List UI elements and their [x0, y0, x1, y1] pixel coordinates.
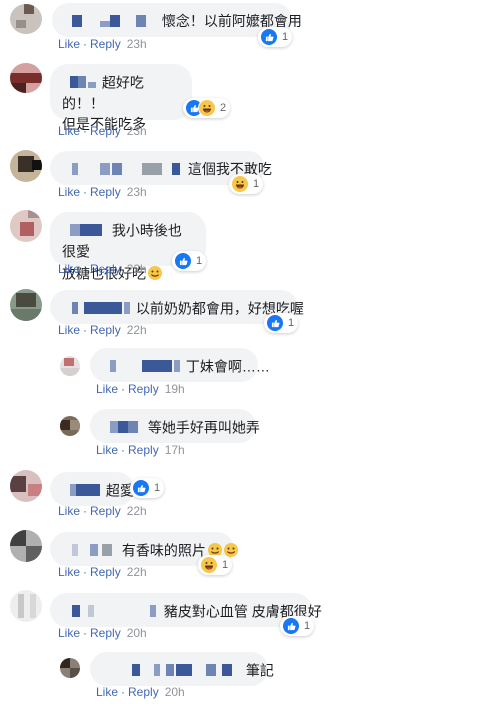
comment-bubble: 以前奶奶都會用，好想吃喔: [50, 290, 304, 324]
reaction-summary[interactable]: 1: [172, 251, 207, 271]
avatar[interactable]: [10, 63, 42, 93]
haha-icon: [231, 175, 249, 193]
comment-text: 這個我不敢吃: [187, 161, 272, 178]
comment-actions: Like · Reply 22h: [58, 323, 147, 337]
comment-bubble: 丁妹會啊……: [90, 348, 270, 382]
like-link[interactable]: Like: [58, 185, 80, 199]
like-link[interactable]: Like: [58, 323, 80, 337]
comment-bubble: 筆記: [90, 652, 274, 686]
reaction-summary[interactable]: 1: [280, 616, 315, 636]
comment-text: 等她手好再叫她弄: [147, 419, 260, 436]
avatar[interactable]: [60, 658, 80, 678]
avatar[interactable]: [10, 210, 42, 242]
avatar[interactable]: [10, 590, 42, 622]
comment-bubble: 等她手好再叫她弄: [90, 409, 260, 443]
timestamp[interactable]: 17h: [165, 443, 185, 457]
reply-link[interactable]: Reply: [90, 185, 121, 199]
thumbs-up-icon: [132, 479, 150, 497]
reply-link[interactable]: Reply: [90, 565, 121, 579]
reply-link[interactable]: Reply: [90, 37, 121, 51]
author-name[interactable]: [62, 544, 118, 557]
author-name[interactable]: [62, 302, 132, 315]
timestamp[interactable]: 22h: [127, 323, 147, 337]
timestamp[interactable]: 22h: [127, 262, 147, 276]
like-link[interactable]: Like: [58, 124, 80, 138]
reply-link[interactable]: Reply: [90, 124, 121, 138]
comment-text: 丁妹會啊……: [185, 358, 270, 375]
author-name[interactable]: [62, 76, 98, 89]
smile-emoji-icon: [148, 265, 162, 280]
author-name[interactable]: [62, 224, 108, 237]
thumbs-up-icon: [266, 314, 284, 332]
like-link[interactable]: Like: [96, 382, 118, 396]
comment-bubble: 超愛: [50, 472, 134, 506]
reaction-summary[interactable]: 1: [229, 174, 264, 194]
like-link[interactable]: Like: [96, 685, 118, 699]
reaction-summary[interactable]: 1: [130, 478, 165, 498]
reply-link[interactable]: Reply: [128, 685, 159, 699]
like-link[interactable]: Like: [58, 565, 80, 579]
timestamp[interactable]: 23h: [127, 37, 147, 51]
reply-link[interactable]: Reply: [90, 504, 121, 518]
timestamp[interactable]: 19h: [165, 382, 185, 396]
author-name[interactable]: [102, 421, 144, 434]
comment-bubble: 超好吃的！！ 但是不能吃多: [50, 64, 192, 132]
author-name[interactable]: [102, 664, 242, 677]
haha-icon: [198, 99, 216, 117]
avatar[interactable]: [10, 150, 42, 182]
avatar[interactable]: [10, 4, 42, 34]
comment-text: 筆記: [245, 662, 274, 679]
reply-link[interactable]: Reply: [90, 262, 121, 276]
avatar[interactable]: [60, 416, 80, 436]
avatar[interactable]: [10, 470, 42, 502]
comment-actions: Like · Reply 23h: [58, 185, 147, 199]
timestamp[interactable]: 23h: [127, 124, 147, 138]
timestamp[interactable]: 20h: [165, 685, 185, 699]
avatar[interactable]: [10, 289, 42, 321]
author-name[interactable]: [102, 360, 182, 373]
comment-actions: Like · Reply 23h: [58, 37, 147, 51]
timestamp[interactable]: 22h: [127, 565, 147, 579]
author-name[interactable]: [62, 484, 102, 497]
like-link[interactable]: Like: [58, 626, 80, 640]
avatar[interactable]: [10, 530, 42, 562]
reaction-summary[interactable]: 1: [264, 313, 299, 333]
reply-link[interactable]: Reply: [90, 323, 121, 337]
comment-actions: Like · Reply 19h: [96, 382, 185, 396]
author-name[interactable]: [64, 15, 154, 28]
reaction-summary[interactable]: 1: [258, 27, 293, 47]
reaction-summary[interactable]: 2: [183, 98, 231, 118]
timestamp[interactable]: 22h: [127, 504, 147, 518]
thumbs-up-icon: [260, 28, 278, 46]
reply-link[interactable]: Reply: [128, 443, 159, 457]
timestamp[interactable]: 23h: [127, 185, 147, 199]
thumbs-up-icon: [282, 617, 300, 635]
comment-text: 有香味的照片: [121, 542, 206, 559]
comment-actions: Like · Reply 22h: [58, 262, 147, 276]
avatar[interactable]: [60, 356, 80, 376]
like-link[interactable]: Like: [58, 262, 80, 276]
timestamp[interactable]: 20h: [127, 626, 147, 640]
comment-actions: Like · Reply 22h: [58, 504, 147, 518]
author-name[interactable]: [62, 605, 160, 618]
like-link[interactable]: Like: [96, 443, 118, 457]
like-link[interactable]: Like: [58, 37, 80, 51]
comment-actions: Like · Reply 20h: [58, 626, 147, 640]
comment-actions: Like · Reply 22h: [58, 565, 147, 579]
comment-actions: Like · Reply 20h: [96, 685, 185, 699]
comment-bubble: 豬皮對心血管 皮膚都很好: [50, 593, 322, 627]
comment-actions: Like · Reply 23h: [58, 124, 147, 138]
like-link[interactable]: Like: [58, 504, 80, 518]
author-name[interactable]: [62, 163, 180, 176]
reply-link[interactable]: Reply: [90, 626, 121, 640]
reaction-summary[interactable]: 1: [198, 555, 233, 575]
thumbs-up-icon: [174, 252, 192, 270]
haha-icon: [200, 556, 218, 574]
reply-link[interactable]: Reply: [128, 382, 159, 396]
comment-actions: Like · Reply 17h: [96, 443, 185, 457]
comment-bubble: 懷念！以前阿嬤都會用: [52, 3, 302, 37]
